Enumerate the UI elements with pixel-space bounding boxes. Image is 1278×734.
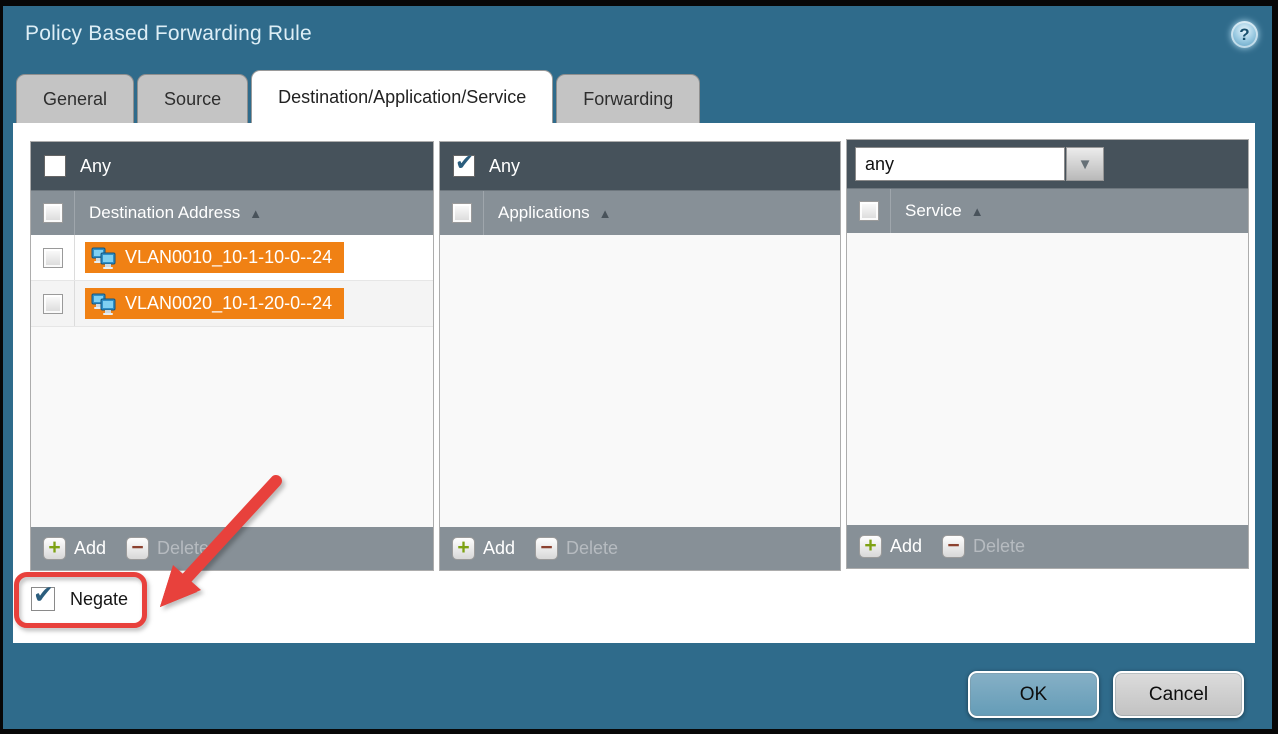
service-header-label: Service [905, 201, 962, 221]
service-dropdown-bar: any ▼ [847, 140, 1248, 188]
cancel-button[interactable]: Cancel [1113, 671, 1244, 718]
destination-list: ✔ VLAN0010_10-1-10-0--24 [31, 235, 433, 527]
negate-label: Negate [70, 589, 128, 610]
question-mark-glyph: ? [1239, 26, 1249, 43]
service-list [847, 233, 1248, 525]
service-footer: + Add − Delete [847, 525, 1248, 568]
negate-checkbox[interactable]: ✔ [31, 587, 55, 611]
table-row[interactable]: ✔ VLAN0010_10-1-10-0--24 [31, 235, 433, 281]
applications-column: ✔ Any ✔ Applications ▲ + Add − Delete [439, 141, 841, 571]
sort-asc-icon: ▲ [249, 206, 262, 221]
network-icon [91, 293, 117, 315]
tab-source[interactable]: Source [137, 74, 248, 123]
applications-footer: + Add − Delete [440, 527, 840, 570]
applications-selectall-checkbox[interactable]: ✔ [452, 203, 472, 223]
service-selectall-checkbox[interactable]: ✔ [859, 201, 879, 221]
row-checkbox[interactable]: ✔ [43, 294, 63, 314]
delete-button[interactable]: − Delete [126, 537, 209, 560]
negate-control: ✔ Negate [31, 587, 128, 611]
service-column: any ▼ ✔ Service ▲ + Add − Delete [846, 139, 1249, 569]
add-icon: + [859, 535, 882, 558]
dropdown-button[interactable]: ▼ [1066, 147, 1104, 181]
add-button[interactable]: + Add [452, 537, 515, 560]
applications-column-header[interactable]: ✔ Applications ▲ [440, 190, 840, 235]
service-column-header[interactable]: ✔ Service ▲ [847, 188, 1248, 233]
destination-any-checkbox[interactable]: ✔ [44, 155, 66, 177]
tab-destination-application-service[interactable]: Destination/Application/Service [251, 70, 553, 123]
destination-any-label: Any [80, 156, 111, 177]
applications-list [440, 235, 840, 527]
delete-icon: − [535, 537, 558, 560]
destination-any-bar: ✔ Any [31, 142, 433, 190]
add-icon: + [452, 537, 475, 560]
destination-selectall-checkbox[interactable]: ✔ [43, 203, 63, 223]
destination-column-header[interactable]: ✔ Destination Address ▲ [31, 190, 433, 235]
applications-any-checkbox[interactable]: ✔ [453, 155, 475, 177]
tab-general[interactable]: General [16, 74, 134, 123]
address-object-chip[interactable]: VLAN0010_10-1-10-0--24 [85, 242, 344, 273]
address-object-chip[interactable]: VLAN0020_10-1-20-0--24 [85, 288, 344, 319]
delete-button[interactable]: − Delete [535, 537, 618, 560]
help-icon[interactable]: ? [1231, 21, 1258, 48]
row-checkbox[interactable]: ✔ [43, 248, 63, 268]
delete-icon: − [126, 537, 149, 560]
applications-any-bar: ✔ Any [440, 142, 840, 190]
destination-footer: + Add − Delete [31, 527, 433, 570]
address-object-label: VLAN0020_10-1-20-0--24 [125, 293, 332, 314]
delete-icon: − [942, 535, 965, 558]
service-dropdown[interactable]: any ▼ [855, 147, 1104, 181]
add-button[interactable]: + Add [43, 537, 106, 560]
network-icon [91, 247, 117, 269]
applications-header-label: Applications [498, 203, 590, 223]
sort-asc-icon: ▲ [599, 206, 612, 221]
tab-bar: General Source Destination/Application/S… [16, 70, 700, 123]
ok-button[interactable]: OK [968, 671, 1099, 718]
destination-address-column: ✔ Any ✔ Destination Address ▲ ✔ [30, 141, 434, 571]
dialog-window: Policy Based Forwarding Rule ? General S… [0, 0, 1278, 734]
tab-forwarding[interactable]: Forwarding [556, 74, 700, 123]
add-button[interactable]: + Add [859, 535, 922, 558]
service-dropdown-value[interactable]: any [855, 147, 1065, 181]
destination-header-label: Destination Address [89, 203, 240, 223]
add-icon: + [43, 537, 66, 560]
applications-any-label: Any [489, 156, 520, 177]
sort-asc-icon: ▲ [971, 204, 984, 219]
chevron-down-icon: ▼ [1078, 156, 1093, 173]
dialog-frame: Policy Based Forwarding Rule ? General S… [3, 6, 1272, 729]
delete-button[interactable]: − Delete [942, 535, 1025, 558]
dialog-title: Policy Based Forwarding Rule [25, 22, 312, 46]
address-object-label: VLAN0010_10-1-10-0--24 [125, 247, 332, 268]
table-row[interactable]: ✔ VLAN0020_10-1-20-0--24 [31, 281, 433, 327]
